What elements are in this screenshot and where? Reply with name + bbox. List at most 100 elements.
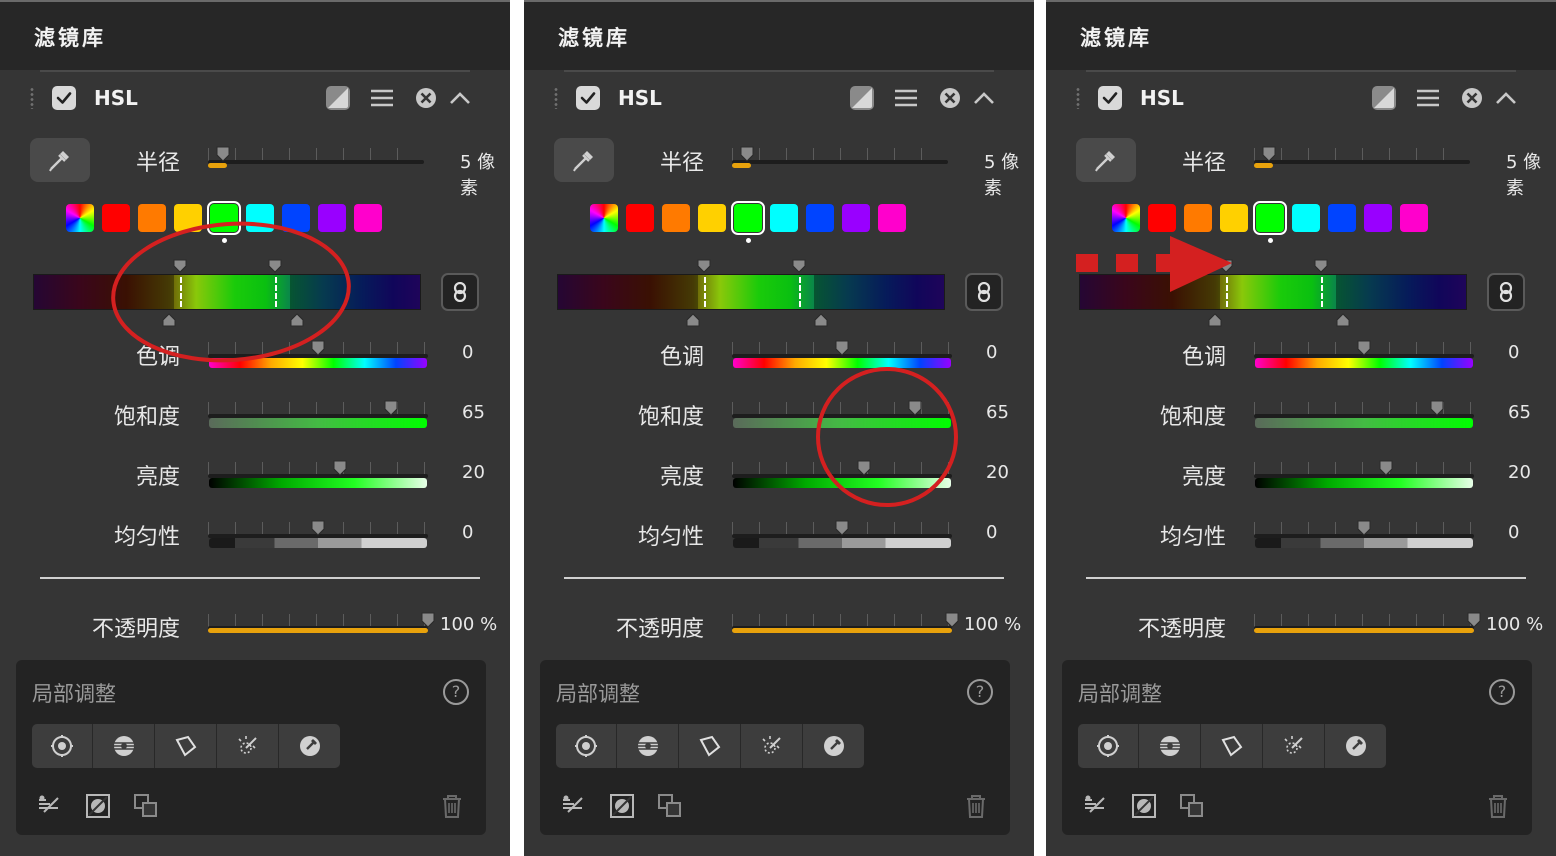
uniformity-slider-thumb[interactable] bbox=[835, 520, 849, 536]
radial-mask-button[interactable] bbox=[32, 724, 93, 768]
range-marker-bottom-right[interactable] bbox=[814, 312, 828, 327]
hue-slider-thumb[interactable] bbox=[835, 340, 849, 356]
saturation-slider-thumb[interactable] bbox=[908, 400, 922, 416]
color-swatch-1[interactable] bbox=[1148, 204, 1176, 232]
color-swatch-5[interactable] bbox=[1292, 204, 1320, 232]
opacity-slider-thumb[interactable] bbox=[945, 612, 959, 628]
saturation-slider-thumb[interactable] bbox=[1430, 400, 1444, 416]
mask-icon[interactable] bbox=[1370, 84, 1398, 112]
trash-icon[interactable] bbox=[962, 792, 990, 820]
color-swatch-1[interactable] bbox=[102, 204, 130, 232]
help-icon[interactable]: ? bbox=[443, 679, 469, 705]
brush-icon[interactable] bbox=[36, 792, 64, 820]
color-range-button[interactable] bbox=[1326, 724, 1387, 768]
polygon-mask-button[interactable] bbox=[680, 724, 741, 768]
color-swatch-6[interactable] bbox=[1328, 204, 1356, 232]
menu-icon[interactable] bbox=[1414, 84, 1442, 112]
color-swatch-7[interactable] bbox=[1364, 204, 1392, 232]
color-swatch-2[interactable] bbox=[662, 204, 690, 232]
range-marker-top-right[interactable] bbox=[792, 258, 806, 273]
opacity-slider-thumb[interactable] bbox=[1467, 612, 1481, 628]
filter-enable-checkbox[interactable] bbox=[52, 86, 76, 110]
close-circle-icon[interactable] bbox=[1458, 84, 1486, 112]
color-range-button[interactable] bbox=[280, 724, 341, 768]
color-swatch-2[interactable] bbox=[1184, 204, 1212, 232]
chevron-up-icon[interactable] bbox=[970, 84, 998, 112]
uniformity-slider-thumb[interactable] bbox=[311, 520, 325, 536]
color-range-button[interactable] bbox=[804, 724, 865, 768]
lightness-slider-thumb[interactable] bbox=[333, 460, 347, 476]
color-swatch-6[interactable] bbox=[282, 204, 310, 232]
mask-icon[interactable] bbox=[324, 84, 352, 112]
duplicate-icon[interactable] bbox=[1178, 792, 1206, 820]
brush-icon[interactable] bbox=[1082, 792, 1110, 820]
duplicate-icon[interactable] bbox=[132, 792, 160, 820]
hue-range-spectrum[interactable] bbox=[1079, 274, 1467, 310]
color-swatch-8[interactable] bbox=[354, 204, 382, 232]
radius-slider-thumb[interactable] bbox=[740, 146, 754, 162]
trash-icon[interactable] bbox=[438, 792, 466, 820]
range-marker-top-right[interactable] bbox=[1314, 258, 1328, 273]
hue-slider-thumb[interactable] bbox=[311, 340, 325, 356]
magic-wand-button[interactable] bbox=[1264, 724, 1325, 768]
lightness-slider-thumb[interactable] bbox=[1379, 460, 1393, 476]
gradient-mask-button[interactable] bbox=[94, 724, 155, 768]
link-button[interactable] bbox=[965, 273, 1003, 311]
color-swatch-3[interactable] bbox=[1220, 204, 1248, 232]
lightness-slider-thumb[interactable] bbox=[857, 460, 871, 476]
invert-mask-icon[interactable] bbox=[608, 792, 636, 820]
radius-slider-thumb[interactable] bbox=[1262, 146, 1276, 162]
drag-handle[interactable] bbox=[30, 87, 34, 109]
chevron-up-icon[interactable] bbox=[1492, 84, 1520, 112]
drag-handle[interactable] bbox=[554, 87, 558, 109]
gradient-mask-button[interactable] bbox=[618, 724, 679, 768]
uniformity-slider-thumb[interactable] bbox=[1357, 520, 1371, 536]
radial-mask-button[interactable] bbox=[556, 724, 617, 768]
color-swatch-4[interactable] bbox=[731, 201, 765, 235]
close-circle-icon[interactable] bbox=[412, 84, 440, 112]
link-button[interactable] bbox=[1487, 273, 1525, 311]
color-swatch-2[interactable] bbox=[138, 204, 166, 232]
hue-range-spectrum[interactable] bbox=[33, 274, 421, 310]
color-swatch-all[interactable] bbox=[66, 204, 94, 232]
help-icon[interactable]: ? bbox=[1489, 679, 1515, 705]
invert-mask-icon[interactable] bbox=[84, 792, 112, 820]
color-swatch-all[interactable] bbox=[590, 204, 618, 232]
color-swatch-8[interactable] bbox=[1400, 204, 1428, 232]
polygon-mask-button[interactable] bbox=[1202, 724, 1263, 768]
range-marker-bottom-left[interactable] bbox=[686, 312, 700, 327]
menu-icon[interactable] bbox=[892, 84, 920, 112]
invert-mask-icon[interactable] bbox=[1130, 792, 1158, 820]
chevron-up-icon[interactable] bbox=[446, 84, 474, 112]
saturation-slider-thumb[interactable] bbox=[384, 400, 398, 416]
magic-wand-button[interactable] bbox=[742, 724, 803, 768]
color-swatch-8[interactable] bbox=[878, 204, 906, 232]
range-marker-top-left[interactable] bbox=[1219, 258, 1233, 273]
help-icon[interactable]: ? bbox=[967, 679, 993, 705]
range-marker-bottom-right[interactable] bbox=[1336, 312, 1350, 327]
range-marker-bottom-right[interactable] bbox=[290, 312, 304, 327]
radius-slider-thumb[interactable] bbox=[216, 146, 230, 162]
drag-handle[interactable] bbox=[1076, 87, 1080, 109]
radial-mask-button[interactable] bbox=[1078, 724, 1139, 768]
hue-slider-thumb[interactable] bbox=[1357, 340, 1371, 356]
gradient-mask-button[interactable] bbox=[1140, 724, 1201, 768]
color-swatch-4[interactable] bbox=[1253, 201, 1287, 235]
color-swatch-1[interactable] bbox=[626, 204, 654, 232]
range-marker-top-left[interactable] bbox=[697, 258, 711, 273]
duplicate-icon[interactable] bbox=[656, 792, 684, 820]
color-swatch-6[interactable] bbox=[806, 204, 834, 232]
range-marker-bottom-left[interactable] bbox=[1208, 312, 1222, 327]
color-swatch-4[interactable] bbox=[207, 201, 241, 235]
color-swatch-5[interactable] bbox=[246, 204, 274, 232]
opacity-slider-thumb[interactable] bbox=[421, 612, 435, 628]
color-swatch-3[interactable] bbox=[174, 204, 202, 232]
color-swatch-all[interactable] bbox=[1112, 204, 1140, 232]
color-swatch-3[interactable] bbox=[698, 204, 726, 232]
color-swatch-5[interactable] bbox=[770, 204, 798, 232]
range-marker-top-right[interactable] bbox=[268, 258, 282, 273]
magic-wand-button[interactable] bbox=[218, 724, 279, 768]
color-swatch-7[interactable] bbox=[318, 204, 346, 232]
filter-enable-checkbox[interactable] bbox=[1098, 86, 1122, 110]
close-circle-icon[interactable] bbox=[936, 84, 964, 112]
